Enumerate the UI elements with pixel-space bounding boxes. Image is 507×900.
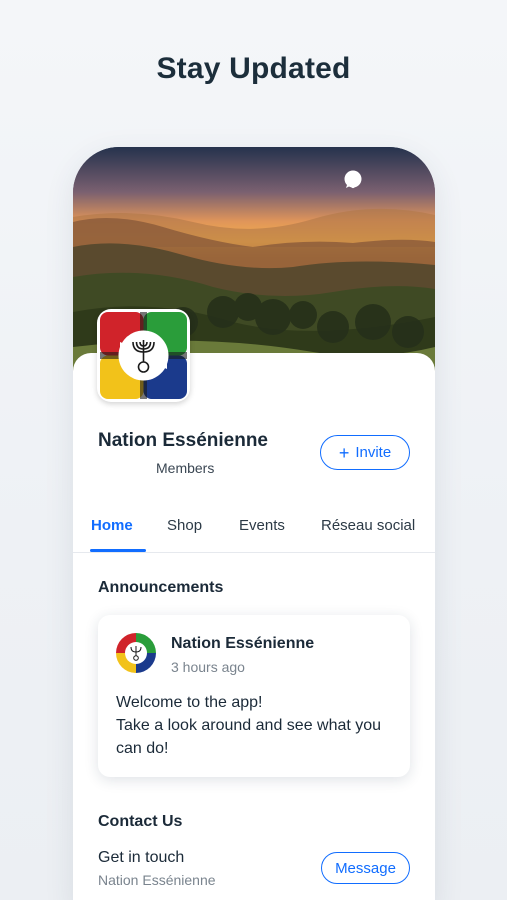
tab-events[interactable]: Events — [239, 517, 285, 534]
invite-button[interactable]: + Invite — [320, 435, 410, 470]
active-tab-indicator — [90, 549, 146, 552]
bell-icon[interactable] — [346, 169, 409, 189]
members-link[interactable]: Members — [156, 460, 214, 476]
contact-subtitle: Get in touch — [98, 849, 185, 866]
announcements-title: Announcements — [98, 579, 224, 596]
tab-shop[interactable]: Shop — [167, 517, 202, 534]
post-timestamp: 3 hours ago — [171, 659, 245, 675]
post-line: Take a look around and see what you can … — [116, 717, 382, 757]
contact-title: Contact Us — [98, 813, 183, 830]
phone-frame: Nation Essénienne Members + Invite Home … — [73, 147, 435, 900]
post-body: Welcome to the app! Take a look around a… — [116, 691, 401, 760]
post-author: Nation Essénienne — [171, 635, 315, 652]
avatar — [116, 633, 156, 673]
group-logo — [97, 309, 190, 402]
post-line: Welcome to the app! — [116, 694, 263, 711]
tab-home[interactable]: Home — [91, 517, 133, 534]
announcement-post[interactable]: Nation Essénienne 3 hours ago Welcome to… — [98, 615, 410, 777]
tab-reseau-social[interactable]: Réseau social — [321, 517, 415, 534]
tab-bar: Home Shop Events Réseau social — [73, 507, 435, 553]
invite-label: Invite — [355, 444, 392, 461]
message-button[interactable]: Message — [321, 852, 410, 884]
headline: Stay Updated — [156, 52, 351, 85]
plus-icon: + — [338, 442, 350, 463]
contact-name: Nation Essénienne — [98, 872, 216, 888]
group-name: Nation Essénienne — [98, 430, 268, 451]
